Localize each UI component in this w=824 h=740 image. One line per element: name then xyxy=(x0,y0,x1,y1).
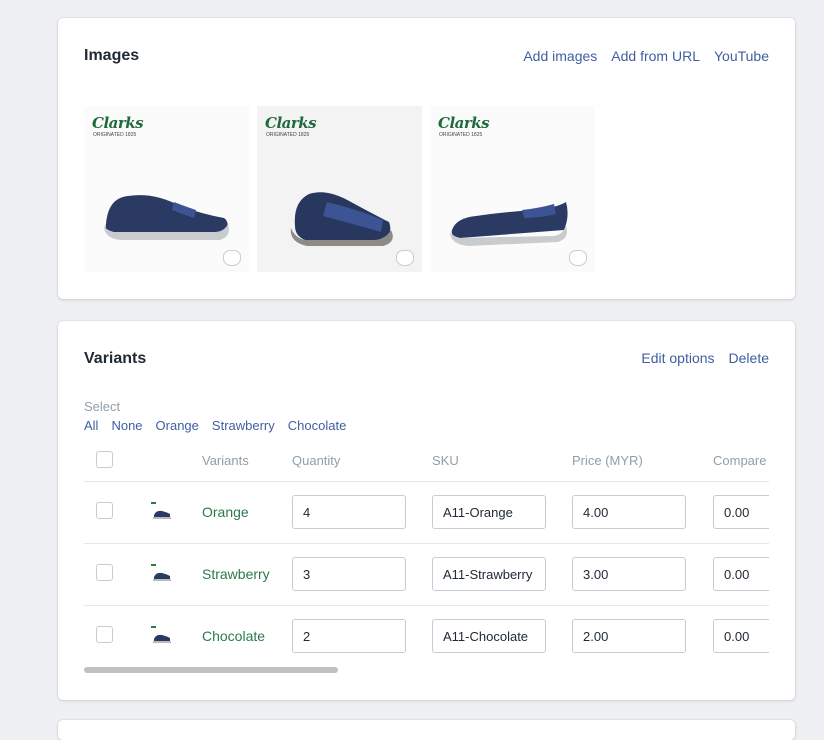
filter-chocolate[interactable]: Chocolate xyxy=(288,418,347,433)
row-checkbox[interactable] xyxy=(96,564,113,581)
shoe-icon xyxy=(151,625,171,643)
filter-all[interactable]: All xyxy=(84,418,98,433)
leather-badge-icon xyxy=(396,250,414,266)
horizontal-scrollbar[interactable] xyxy=(84,667,338,673)
product-image[interactable]: Clarks ORIGINATED 1825 xyxy=(430,106,595,272)
youtube-link[interactable]: YouTube xyxy=(714,48,769,64)
product-image[interactable]: Clarks ORIGINATED 1825 xyxy=(84,106,249,272)
column-header-sku: SKU xyxy=(432,441,572,482)
variant-name[interactable]: Strawberry xyxy=(202,543,292,606)
add-from-url-link[interactable]: Add from URL xyxy=(611,48,700,64)
filter-none[interactable]: None xyxy=(111,418,142,433)
shoe-angled-view-icon xyxy=(290,192,393,246)
compare-price-input[interactable] xyxy=(713,495,769,529)
delete-link[interactable]: Delete xyxy=(729,350,769,366)
select-filters: All None Orange Strawberry Chocolate xyxy=(84,418,346,433)
variant-thumbnail[interactable] xyxy=(148,561,174,585)
shoe-side-view-icon xyxy=(450,202,568,246)
compare-price-input[interactable] xyxy=(713,619,769,654)
shoe-icon xyxy=(151,563,171,581)
product-image[interactable]: Clarks ORIGINATED 1825 xyxy=(257,106,422,272)
variant-name[interactable]: Orange xyxy=(202,481,292,544)
filter-strawberry[interactable]: Strawberry xyxy=(212,418,275,433)
column-header-price: Price (MYR) xyxy=(572,441,713,482)
edit-options-link[interactable]: Edit options xyxy=(641,350,714,366)
price-input[interactable] xyxy=(572,557,686,591)
variants-table: Variants Quantity SKU Price (MYR) Compar… xyxy=(84,441,769,667)
shoe-side-view-icon xyxy=(104,195,229,240)
variant-thumbnail[interactable] xyxy=(148,499,174,523)
add-images-link[interactable]: Add images xyxy=(523,48,597,64)
table-row: Strawberry xyxy=(84,543,769,606)
shoe-icon xyxy=(151,501,171,519)
quantity-input[interactable] xyxy=(292,557,406,591)
filter-orange[interactable]: Orange xyxy=(156,418,199,433)
sku-input[interactable] xyxy=(432,619,546,654)
variants-card-title: Variants xyxy=(84,350,147,367)
variants-card-actions: Edit options Delete xyxy=(641,350,769,366)
table-row: Chocolate xyxy=(84,605,769,667)
column-header-compare: Compare xyxy=(713,441,769,482)
header-image-cell xyxy=(142,441,202,482)
sku-input[interactable] xyxy=(432,495,546,529)
sku-input[interactable] xyxy=(432,557,546,591)
quantity-input[interactable] xyxy=(292,619,406,654)
leather-badge-icon xyxy=(223,250,241,266)
table-row: Orange xyxy=(84,481,769,544)
row-checkbox[interactable] xyxy=(96,502,113,519)
variant-name[interactable]: Chocolate xyxy=(202,605,292,667)
price-input[interactable] xyxy=(572,495,686,529)
images-card-title: Images xyxy=(84,47,140,64)
quantity-input[interactable] xyxy=(292,495,406,529)
select-all-checkbox[interactable] xyxy=(96,450,113,468)
variant-thumbnail[interactable] xyxy=(148,623,174,647)
price-input[interactable] xyxy=(572,619,686,654)
variants-table-wrapper: Variants Quantity SKU Price (MYR) Compar… xyxy=(84,441,769,671)
select-label: Select xyxy=(84,399,121,414)
row-checkbox[interactable] xyxy=(96,626,113,644)
next-card xyxy=(58,720,795,740)
column-header-quantity: Quantity xyxy=(292,441,432,482)
variants-card: Variants Edit options Delete Select All … xyxy=(58,321,795,700)
header-select-cell xyxy=(84,441,142,482)
column-header-variants: Variants xyxy=(202,441,292,482)
compare-price-input[interactable] xyxy=(713,557,769,591)
leather-badge-icon xyxy=(569,250,587,266)
image-gallery: Clarks ORIGINATED 1825 Clarks ORIGINATED… xyxy=(84,106,595,272)
images-card: Images Add images Add from URL YouTube C… xyxy=(58,18,795,299)
images-card-actions: Add images Add from URL YouTube xyxy=(523,48,769,64)
table-header-row: Variants Quantity SKU Price (MYR) Compar… xyxy=(84,441,769,482)
